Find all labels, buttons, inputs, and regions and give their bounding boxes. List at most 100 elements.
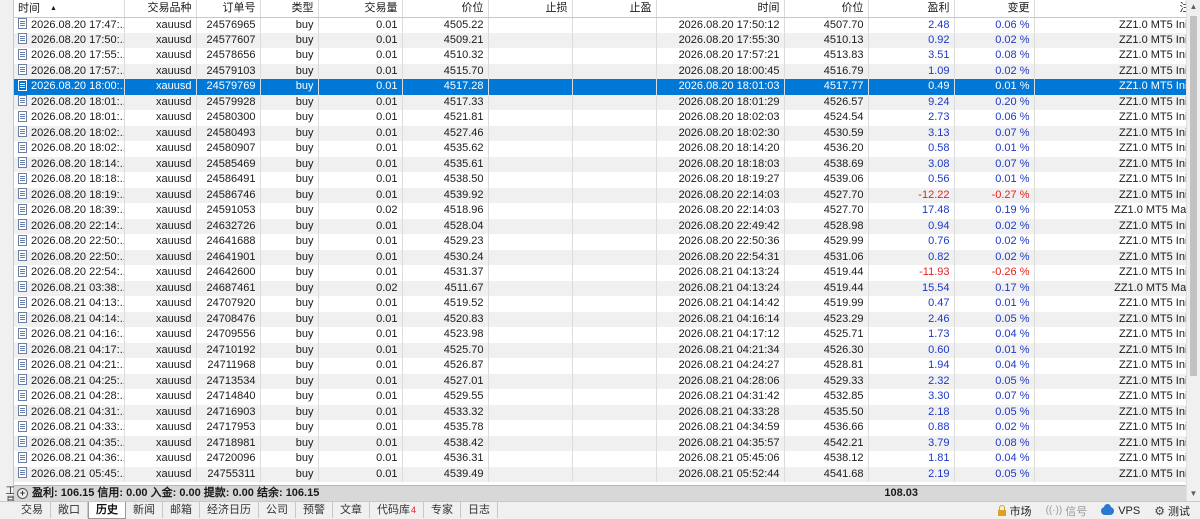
col-comment[interactable]: 注释: [1034, 0, 1186, 18]
cell-comment: ZZ1.0 MT5 Initial: [1034, 311, 1186, 327]
table-row[interactable]: 2026.08.21 05:45:... xauusd 24755311 buy 0.0…: [14, 466, 1186, 482]
cell-open-price: 4538.50: [402, 172, 489, 188]
col-change[interactable]: 变更: [954, 0, 1035, 18]
cell-sl: [488, 280, 573, 296]
cell-close-price: 4519.44: [784, 280, 869, 296]
col-symbol[interactable]: 交易品种: [124, 0, 197, 18]
table-row[interactable]: 2026.08.21 04:13:... xauusd 24707920 buy 0.0…: [14, 296, 1186, 312]
cell-open-price: 4528.04: [402, 218, 489, 234]
table-body: 2026.08.20 17:47:... xauusd 24576965 buy 0.0…: [14, 17, 1186, 482]
cell-profit: 3.08: [868, 156, 955, 172]
table-row[interactable]: 2026.08.20 18:02:... xauusd 24580907 buy 0.0…: [14, 141, 1186, 157]
cell-open-time: 2026.08.21 04:17:...: [14, 342, 125, 358]
cell-ticket: 24641901: [196, 249, 261, 265]
cell-volume: 0.02: [318, 203, 403, 219]
col-close-time[interactable]: 时间: [656, 0, 785, 18]
table-row[interactable]: 2026.08.20 18:01:... xauusd 24579928 buy 0.0…: [14, 94, 1186, 110]
table-row[interactable]: 2026.08.21 04:21:... xauusd 24711968 buy 0.0…: [14, 358, 1186, 374]
table-row[interactable]: 2026.08.20 18:01:... xauusd 24580300 buy 0.0…: [14, 110, 1186, 126]
cell-ticket: 24720096: [196, 451, 261, 467]
cell-ticket: 24586746: [196, 187, 261, 203]
table-row[interactable]: 2026.08.21 04:31:... xauusd 24716903 buy 0.0…: [14, 404, 1186, 420]
table-row[interactable]: 2026.08.21 04:14:... xauusd 24708476 buy 0.0…: [14, 311, 1186, 327]
tab-8[interactable]: 文章: [333, 502, 370, 518]
table-row[interactable]: 2026.08.20 22:50:... xauusd 24641901 buy 0.0…: [14, 249, 1186, 265]
col-tp[interactable]: 止盈: [572, 0, 657, 18]
tab-9[interactable]: 代码库4: [370, 502, 425, 518]
cell-tp: [572, 79, 657, 95]
vps-status[interactable]: VPS: [1101, 503, 1140, 517]
cell-volume: 0.01: [318, 451, 403, 467]
cell-sl: [488, 296, 573, 312]
cell-comment: ZZ1.0 MT5 Initial: [1034, 249, 1186, 265]
table-row[interactable]: 2026.08.20 22:54:... xauusd 24642600 buy 0.0…: [14, 265, 1186, 281]
cell-sl: [488, 265, 573, 281]
tab-4[interactable]: 邮箱: [163, 502, 200, 518]
signals-status[interactable]: ((·)) 信号: [1046, 503, 1088, 519]
deal-document-icon: [18, 95, 27, 107]
table-row[interactable]: 2026.08.21 03:38:... xauusd 24687461 buy 0.0…: [14, 280, 1186, 296]
table-row[interactable]: 2026.08.21 04:33:... xauusd 24717953 buy 0.0…: [14, 420, 1186, 436]
col-open-price[interactable]: 价位: [402, 0, 489, 18]
cell-close-time: 2026.08.21 04:28:06: [656, 373, 785, 389]
cell-open-price: 4519.52: [402, 296, 489, 312]
cell-close-price: 4517.77: [784, 79, 869, 95]
table-row[interactable]: 2026.08.20 22:50:... xauusd 24641688 buy 0.0…: [14, 234, 1186, 250]
table-row[interactable]: 2026.08.20 17:50:... xauusd 24577607 buy 0.0…: [14, 32, 1186, 48]
tab-10[interactable]: 专家: [424, 502, 462, 518]
table-row[interactable]: 2026.08.21 04:28:... xauusd 24714840 buy 0.0…: [14, 389, 1186, 405]
tab-3[interactable]: 新闻: [126, 502, 163, 518]
cell-profit: 1.09: [868, 63, 955, 79]
table-row[interactable]: 2026.08.21 04:17:... xauusd 24710192 buy 0.0…: [14, 342, 1186, 358]
table-row[interactable]: 2026.08.20 18:02:... xauusd 24580493 buy 0.0…: [14, 125, 1186, 141]
col-type[interactable]: 类型: [260, 0, 319, 18]
col-volume[interactable]: 交易量: [318, 0, 403, 18]
scroll-down-arrow-icon[interactable]: ▼: [1187, 487, 1200, 501]
tester-status[interactable]: ⚙ 测试: [1154, 503, 1190, 519]
table-row[interactable]: 2026.08.20 17:47:... xauusd 24576965 buy 0.0…: [14, 17, 1186, 33]
table-row[interactable]: 2026.08.21 04:16:... xauusd 24709556 buy 0.0…: [14, 327, 1186, 343]
table-row[interactable]: 2026.08.21 04:36:... xauusd 24720096 buy 0.0…: [14, 451, 1186, 467]
deal-document-icon: [18, 296, 27, 308]
table-row[interactable]: 2026.08.20 22:14:... xauusd 24632726 buy 0.0…: [14, 218, 1186, 234]
table-row[interactable]: 2026.08.21 04:35:... xauusd 24718981 buy 0.0…: [14, 435, 1186, 451]
cell-volume: 0.01: [318, 234, 403, 250]
deal-document-icon: [18, 172, 27, 184]
open-time-text: 2026.08.20 17:47:...: [31, 18, 124, 31]
cell-tp: [572, 172, 657, 188]
cell-type: buy: [260, 404, 319, 420]
scroll-up-arrow-icon[interactable]: ▲: [1187, 0, 1200, 14]
expand-plus-icon[interactable]: +: [17, 488, 28, 499]
cell-open-price: 4510.32: [402, 48, 489, 64]
cell-close-price: 4510.13: [784, 32, 869, 48]
col-open-time[interactable]: 时间 ▲: [14, 0, 125, 18]
tab-label: 日志: [468, 504, 491, 516]
vertical-scrollbar[interactable]: ▲ ▼: [1186, 0, 1200, 501]
col-close-price[interactable]: 价位: [784, 0, 869, 18]
table-row[interactable]: 2026.08.20 18:18:... xauusd 24586491 buy 0.0…: [14, 172, 1186, 188]
table-row[interactable]: 2026.08.20 18:19:... xauusd 24586746 buy 0.0…: [14, 187, 1186, 203]
tab-1[interactable]: 敞口: [51, 502, 88, 518]
cell-comment: ZZ1.0 MT5 Initial: [1034, 187, 1186, 203]
tab-7[interactable]: 预警: [296, 502, 333, 518]
table-row[interactable]: 2026.08.20 18:00:... xauusd 24579769 buy 0.0…: [14, 79, 1186, 95]
market-status[interactable]: 市场: [997, 503, 1032, 519]
table-row[interactable]: 2026.08.21 04:25:... xauusd 24713534 buy 0.0…: [14, 373, 1186, 389]
tab-11[interactable]: 日志: [461, 502, 499, 518]
tab-2[interactable]: 历史: [88, 502, 126, 519]
cell-type: buy: [260, 94, 319, 110]
col-profit[interactable]: 盈利: [868, 0, 955, 18]
tab-0[interactable]: 交易: [14, 502, 51, 518]
table-row[interactable]: 2026.08.20 18:14:... xauusd 24585469 buy 0.0…: [14, 156, 1186, 172]
col-ticket[interactable]: 订单号: [196, 0, 261, 18]
scrollbar-thumb[interactable]: [1190, 16, 1197, 376]
col-sl[interactable]: 止损: [488, 0, 573, 18]
table-row[interactable]: 2026.08.20 17:55:... xauusd 24578656 buy 0.0…: [14, 48, 1186, 64]
cell-type: buy: [260, 466, 319, 482]
toolbox-side-tab[interactable]: 工具箱: [0, 0, 14, 519]
table-row[interactable]: 2026.08.20 18:39:... xauusd 24591053 buy 0.0…: [14, 203, 1186, 219]
table-row[interactable]: 2026.08.20 17:57:... xauusd 24579103 buy 0.0…: [14, 63, 1186, 79]
cell-comment: ZZ1.0 MT5 Initial: [1034, 404, 1186, 420]
tab-5[interactable]: 经济日历: [200, 502, 259, 518]
tab-6[interactable]: 公司: [259, 502, 296, 518]
